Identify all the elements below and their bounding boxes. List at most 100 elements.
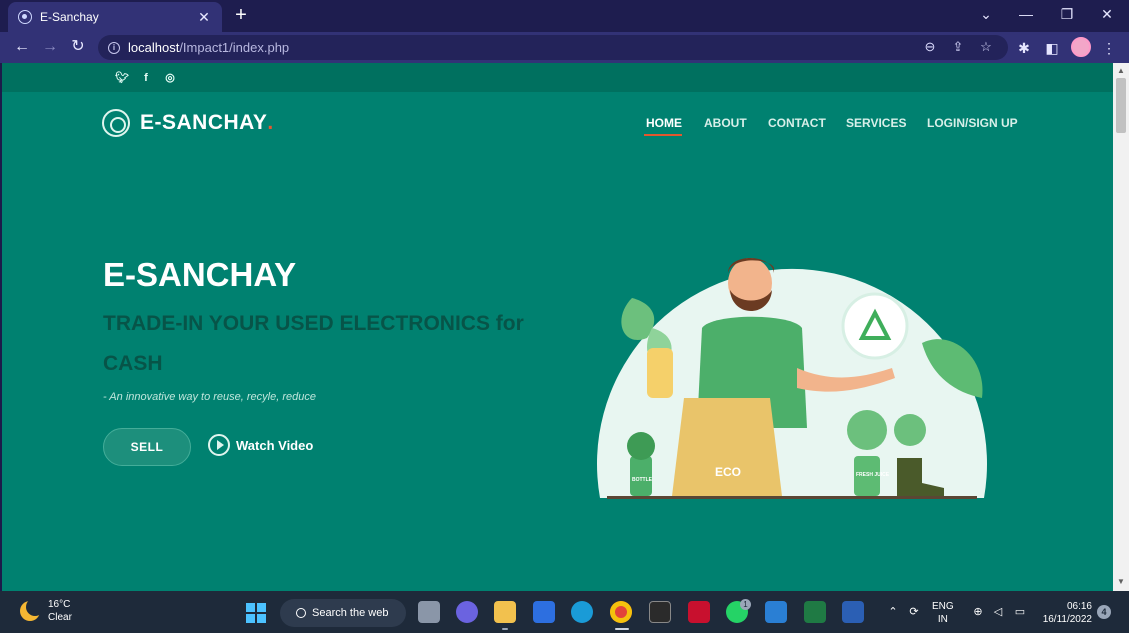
watch-video-button[interactable]: Watch Video bbox=[208, 434, 313, 456]
excel-icon[interactable] bbox=[804, 601, 826, 623]
zoom-icon[interactable]: ⊖ bbox=[922, 39, 938, 55]
browser-window: E-Sanchay ✕ + ⌄ — ❐ ✕ ← → ↻ i localhost … bbox=[0, 0, 1129, 633]
bottle-plant-leaves bbox=[627, 432, 655, 460]
clock-date: 16/11/2022 bbox=[1042, 614, 1092, 625]
hero-title: E-SANCHAY bbox=[103, 256, 297, 293]
omnibox-actions: ⊖ ⇪ ☆ bbox=[922, 39, 994, 55]
search-placeholder: Search the web bbox=[312, 607, 389, 619]
windows-taskbar: 16°C Clear Search the web 1 ⌃ ⟳ ENG IN ⊕… bbox=[0, 591, 1129, 633]
battery-icon[interactable]: ▭ bbox=[1013, 605, 1027, 619]
site-favicon-icon bbox=[18, 10, 32, 24]
nav-contact[interactable]: CONTACT bbox=[768, 116, 826, 130]
word-icon[interactable] bbox=[842, 601, 864, 623]
vscode-icon[interactable] bbox=[765, 601, 787, 623]
browser-menu-icon[interactable]: ⋮ bbox=[1099, 38, 1119, 58]
globe-network-icon[interactable]: ⊕ bbox=[971, 605, 985, 619]
active-nav-underline bbox=[644, 134, 682, 136]
bottle-label: BOTTLE bbox=[632, 477, 653, 483]
hero-subtitle: TRADE-IN YOUR USED ELECTRONICS for CASH bbox=[103, 312, 524, 375]
arc-app-icon[interactable] bbox=[533, 601, 555, 623]
share-icon[interactable]: ⇪ bbox=[950, 39, 966, 55]
bottle-planter bbox=[630, 456, 652, 496]
site-info-icon[interactable]: i bbox=[108, 41, 120, 54]
reload-icon[interactable]: ↻ bbox=[66, 36, 90, 60]
acrobat-pdf-icon[interactable] bbox=[688, 601, 710, 623]
windows-logo-tile-icon bbox=[246, 603, 255, 612]
nav-home[interactable]: HOME bbox=[646, 116, 682, 130]
play-icon bbox=[208, 434, 230, 456]
edge-browser-icon[interactable] bbox=[571, 601, 593, 623]
scroll-up-icon[interactable]: ▲ bbox=[1116, 66, 1126, 76]
tab-title: E-Sanchay bbox=[40, 10, 99, 24]
boot-plant-leaves bbox=[894, 414, 926, 446]
tray-chevron-icon[interactable]: ⌃ bbox=[886, 605, 900, 619]
brand-name: E-SANCHAY bbox=[140, 111, 268, 134]
language-indicator[interactable]: ENG IN bbox=[932, 600, 954, 626]
watch-video-label: Watch Video bbox=[236, 437, 314, 453]
weather-temperature: 16°C bbox=[48, 599, 71, 610]
chrome-browser-icon[interactable] bbox=[610, 601, 632, 623]
clock[interactable]: 06:16 16/11/2022 bbox=[1040, 600, 1092, 626]
sync-icon[interactable]: ⟳ bbox=[907, 605, 921, 619]
jar-planter-label: FRESH JUICE bbox=[856, 472, 890, 478]
start-button[interactable] bbox=[246, 603, 266, 623]
twitter-icon[interactable]: 🐦︎ bbox=[115, 71, 129, 85]
notification-badge[interactable]: 4 bbox=[1097, 605, 1111, 619]
nav-about[interactable]: ABOUT bbox=[704, 116, 747, 130]
bookmark-star-icon[interactable]: ☆ bbox=[978, 39, 994, 55]
address-bar[interactable]: i localhost /Impact1/index.php ⊖ ⇪ ☆ bbox=[98, 35, 1008, 60]
leaf-left-icon bbox=[621, 298, 655, 340]
taskbar-search[interactable]: Search the web bbox=[280, 599, 406, 627]
hero-tagline: - An innovative way to reuse, recyle, re… bbox=[103, 391, 316, 403]
tab-strip: E-Sanchay ✕ + ⌄ — ❐ ✕ bbox=[0, 0, 1129, 32]
juice-jar bbox=[647, 348, 673, 398]
clock-time: 06:16 bbox=[1066, 601, 1092, 612]
tab-e-sanchay[interactable]: E-Sanchay ✕ bbox=[8, 2, 222, 32]
recycle-badge bbox=[841, 292, 909, 360]
close-window-button[interactable]: ✕ bbox=[1087, 0, 1127, 30]
moon-icon bbox=[20, 598, 44, 621]
sell-button[interactable]: SELL bbox=[103, 428, 191, 466]
page-scrollbar[interactable]: ▲ ▼ bbox=[1113, 63, 1129, 591]
language-code: ENG bbox=[932, 601, 954, 612]
profile-avatar[interactable] bbox=[1071, 37, 1091, 57]
close-tab-icon[interactable]: ✕ bbox=[196, 9, 212, 26]
scroll-thumb[interactable] bbox=[1116, 78, 1126, 133]
site-brand[interactable]: E-SANCHAY . bbox=[102, 109, 273, 137]
facebook-icon[interactable]: f bbox=[139, 71, 153, 85]
url-host: localhost bbox=[128, 40, 180, 55]
terminal-icon[interactable] bbox=[649, 601, 671, 623]
extensions-puzzle-icon[interactable]: ✱ bbox=[1014, 38, 1034, 58]
file-explorer-icon[interactable] bbox=[494, 601, 516, 623]
search-icon bbox=[296, 608, 306, 618]
brand-dot: . bbox=[267, 111, 274, 134]
hero-illustration: ECO BOTTLE FRESH JUICE bbox=[597, 258, 987, 499]
ground-line bbox=[607, 496, 977, 499]
scroll-down-icon[interactable]: ▼ bbox=[1116, 577, 1126, 587]
eco-bag bbox=[672, 398, 782, 496]
browser-toolbar: ← → ↻ i localhost /Impact1/index.php ⊖ ⇪… bbox=[0, 32, 1129, 63]
teams-chat-icon[interactable] bbox=[456, 601, 478, 623]
instagram-icon[interactable]: ◎ bbox=[163, 71, 177, 85]
jar-plant-leaves bbox=[847, 410, 887, 450]
restore-button[interactable]: ❐ bbox=[1047, 0, 1087, 30]
nav-login-signup[interactable]: LOGIN/SIGN UP bbox=[927, 116, 1018, 130]
region-code: IN bbox=[937, 614, 948, 625]
forward-arrow-icon[interactable]: → bbox=[38, 36, 62, 60]
page-viewport: 🐦︎ f ◎ E-SANCHAY . HOME ABOUT CONTACT SE… bbox=[2, 63, 1113, 591]
task-view-icon[interactable] bbox=[418, 601, 440, 623]
whatsapp-badge: 1 bbox=[740, 599, 751, 610]
new-tab-button[interactable]: + bbox=[230, 5, 252, 27]
weather-widget[interactable]: 16°C Clear bbox=[20, 598, 72, 624]
side-panel-icon[interactable]: ◧ bbox=[1042, 38, 1062, 58]
eco-bag-label: ECO bbox=[715, 465, 741, 479]
social-topbar: 🐦︎ f ◎ bbox=[2, 63, 1113, 92]
url-path: /Impact1/index.php bbox=[179, 40, 290, 55]
speaker-icon[interactable]: ◁ bbox=[991, 605, 1005, 619]
nav-services[interactable]: SERVICES bbox=[846, 116, 906, 130]
recycle-logo-icon bbox=[102, 109, 130, 137]
tab-search-chevron-icon[interactable]: ⌄ bbox=[966, 0, 1006, 30]
back-arrow-icon[interactable]: ← bbox=[10, 36, 34, 60]
weather-condition: Clear bbox=[48, 612, 72, 623]
minimize-button[interactable]: — bbox=[1006, 0, 1046, 30]
